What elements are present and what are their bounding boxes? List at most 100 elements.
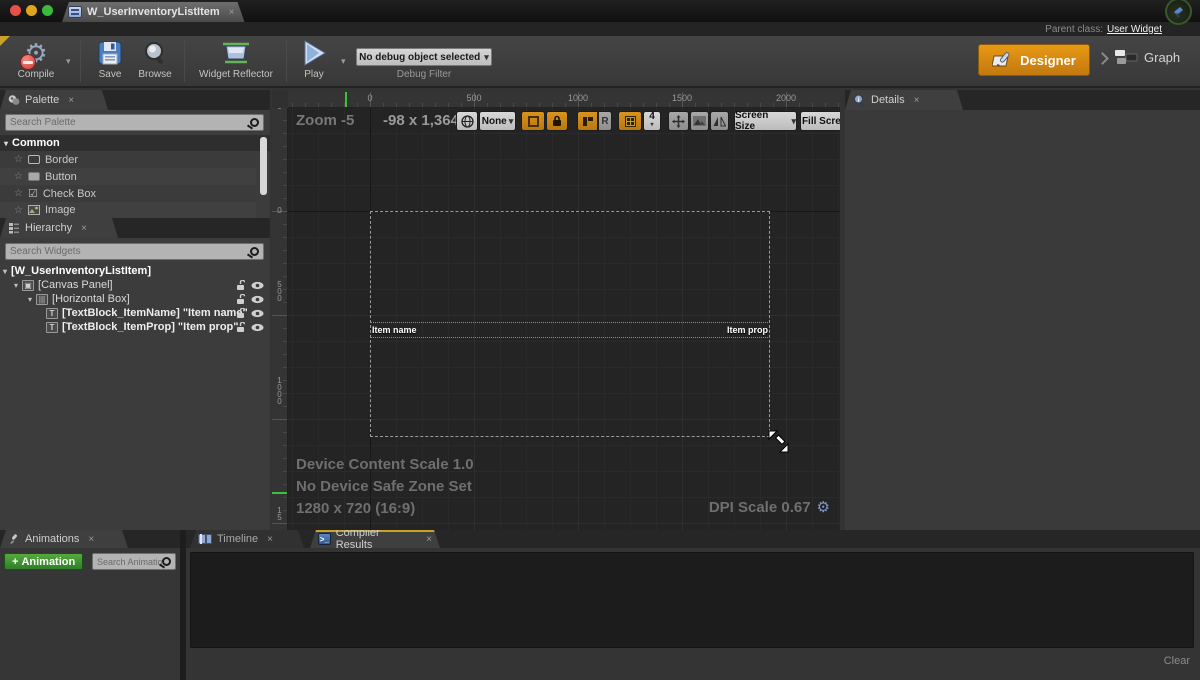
unlock-icon[interactable]	[236, 308, 245, 319]
tab-animations[interactable]: Animations ×	[0, 530, 128, 548]
dropdown-caret-icon: ▾	[791, 116, 796, 127]
tree-row-textblock-itemname[interactable]: T [TextBlock_ItemName] "Item name"	[0, 306, 270, 320]
debug-object-dropdown[interactable]: No debug object selected ▾	[356, 48, 492, 66]
hierarchy-search[interactable]	[5, 243, 264, 260]
ruler-tick-label: 2000	[776, 93, 796, 103]
expander-icon[interactable]: ▾	[14, 281, 18, 290]
compile-options-caret-icon[interactable]: ▾	[66, 56, 71, 67]
tab-compiler-results[interactable]: >_ Compiler Results ×	[310, 530, 440, 548]
grid-snap-toggle-button[interactable]	[618, 111, 642, 131]
palette-search-input[interactable]	[10, 117, 250, 128]
palette-item-label: Image	[45, 204, 76, 216]
transform-mode-button[interactable]	[668, 111, 689, 131]
border-widget-icon	[28, 155, 40, 164]
visibility-eye-icon[interactable]	[251, 323, 264, 332]
graph-mode-button[interactable]: Graph	[1114, 48, 1180, 66]
document-tab-close-icon[interactable]: ×	[229, 7, 235, 18]
category-expander-icon[interactable]: ▾	[4, 139, 8, 148]
details-tab-row: i Details ×	[845, 90, 1200, 110]
compiler-results-log[interactable]	[190, 552, 1194, 648]
palette-item-image[interactable]: ☆ Image	[0, 202, 256, 218]
palette-item-button[interactable]: ☆ Button	[0, 168, 256, 185]
animations-tab-close-icon[interactable]: ×	[88, 534, 94, 545]
favorite-star-icon[interactable]: ☆	[14, 188, 23, 199]
hierarchy-search-input[interactable]	[10, 246, 250, 257]
compiler-results-icon: >_	[318, 533, 331, 545]
tree-row-label: [TextBlock_ItemName] "Item name"	[62, 307, 248, 319]
localization-preview-button[interactable]	[456, 111, 478, 131]
expander-icon[interactable]: ▾	[3, 267, 7, 276]
designer-mode-button[interactable]: Designer	[978, 44, 1090, 76]
animation-search[interactable]	[92, 553, 176, 570]
design-canvas[interactable]: Item name Item prop Zoom -5 -98 x 1,364 …	[288, 108, 840, 530]
parent-class-link[interactable]: User Widget	[1107, 24, 1162, 35]
expander-icon[interactable]: ▾	[28, 295, 32, 304]
tab-hierarchy[interactable]: Hierarchy ×	[0, 218, 118, 238]
window-close-button[interactable]	[10, 5, 21, 16]
search-icon	[250, 247, 259, 256]
add-animation-button[interactable]: + Animation	[4, 553, 83, 570]
ruler-tick-label: 15	[275, 506, 284, 520]
screen-size-dropdown[interactable]: Screen Size▾	[734, 111, 797, 131]
flip-preview-button[interactable]	[710, 111, 729, 131]
animations-tab-row: Animations ×	[0, 530, 180, 548]
document-tab[interactable]: W_UserInventoryListItem ×	[62, 2, 245, 22]
grid-snap-size-dropdown[interactable]: 4▾	[643, 111, 661, 131]
details-tab-close-icon[interactable]: ×	[914, 95, 920, 106]
tab-details[interactable]: i Details ×	[845, 90, 963, 110]
tree-row-horizontal-box[interactable]: ▾ ||| [Horizontal Box]	[0, 292, 270, 306]
tree-row-root[interactable]: ▾ [W_UserInventoryListItem]	[0, 264, 270, 278]
palette-item-checkbox[interactable]: ☆ ☑ Check Box	[0, 185, 256, 202]
dpi-settings-gear-icon[interactable]: ⚙	[817, 498, 830, 516]
designer-label: Designer	[1020, 53, 1076, 68]
play-options-caret-icon[interactable]: ▾	[341, 56, 346, 67]
unlock-icon[interactable]	[236, 280, 245, 291]
tree-row-textblock-itemprop[interactable]: T [TextBlock_ItemProp] "Item prop"	[0, 320, 270, 334]
unlock-icon[interactable]	[236, 322, 245, 333]
unlock-icon[interactable]	[236, 294, 245, 305]
visibility-eye-icon[interactable]	[251, 309, 264, 318]
palette-item-border[interactable]: ☆ Border	[0, 151, 256, 168]
palette-tab-close-icon[interactable]: ×	[68, 95, 74, 106]
compiler-results-tab-close-icon[interactable]: ×	[426, 534, 432, 545]
horizontal-box-icon: |||	[36, 294, 48, 305]
clear-log-button[interactable]: Clear	[1150, 655, 1190, 667]
tree-row-label: [Horizontal Box]	[52, 293, 130, 305]
search-icon	[250, 118, 259, 127]
palette-category-common[interactable]: ▾ Common	[0, 135, 270, 151]
compile-label: Compile	[18, 69, 55, 80]
hierarchy-tab-close-icon[interactable]: ×	[81, 223, 87, 234]
animation-search-input[interactable]	[97, 557, 162, 567]
palette-scrollbar[interactable]	[260, 137, 267, 195]
preview-background-button[interactable]	[690, 111, 709, 131]
respect-locks-button[interactable]	[577, 111, 598, 131]
browse-button[interactable]: Browse	[132, 38, 178, 80]
timeline-tab-close-icon[interactable]: ×	[267, 534, 273, 545]
window-zoom-button[interactable]	[42, 5, 53, 16]
favorite-star-icon[interactable]: ☆	[14, 171, 23, 182]
play-button[interactable]: Play	[294, 38, 334, 80]
visibility-eye-icon[interactable]	[251, 295, 264, 304]
save-button[interactable]: Save	[90, 38, 130, 80]
plus-icon: +	[12, 556, 18, 568]
culture-preview-dropdown[interactable]: None▾	[479, 111, 516, 131]
compile-button[interactable]: ⚙ Compile	[10, 38, 62, 80]
itemprop-textblock[interactable]: Item prop	[727, 325, 768, 335]
palette-search[interactable]	[5, 114, 264, 131]
toggle-outlines-button[interactable]	[521, 111, 545, 131]
tree-row-canvas-panel[interactable]: ▾ ▣ [Canvas Panel]	[0, 278, 270, 292]
tab-palette[interactable]: Palette ×	[0, 90, 108, 110]
favorite-star-icon[interactable]: ☆	[14, 205, 23, 216]
tab-timeline[interactable]: Timeline ×	[190, 530, 304, 548]
widget-reflector-button[interactable]: Widget Reflector	[190, 38, 282, 80]
favorite-star-icon[interactable]: ☆	[14, 154, 23, 165]
itemname-textblock[interactable]: Item name	[372, 325, 417, 335]
fill-screen-dropdown[interactable]: Fill Screen▾	[800, 111, 840, 131]
bottom-splitter[interactable]	[180, 530, 186, 680]
hierarchy-tab-row: Hierarchy ×	[0, 218, 270, 238]
window-minimize-button[interactable]	[26, 5, 37, 16]
horizontal-box-outline[interactable]: Item name Item prop	[370, 322, 770, 338]
visibility-eye-icon[interactable]	[251, 281, 264, 290]
r-toggle-button[interactable]: R	[598, 111, 612, 131]
lock-widgets-button[interactable]	[546, 111, 568, 131]
